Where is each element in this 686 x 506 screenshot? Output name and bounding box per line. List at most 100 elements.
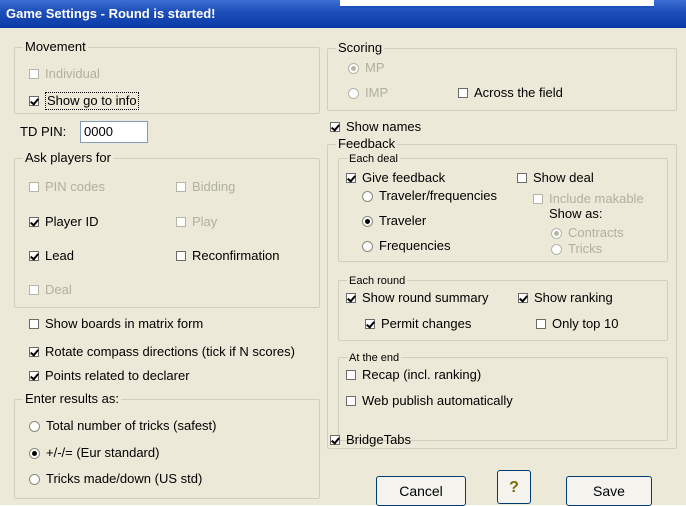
traveler-radio-dot[interactable]: [362, 215, 373, 227]
play-checkbox-box[interactable]: [176, 217, 186, 227]
movement-legend: Movement: [23, 39, 88, 55]
total-tricks-radio[interactable]: Total number of tricks (safest): [29, 418, 217, 434]
traveler-radio[interactable]: Traveler: [362, 213, 426, 229]
total-tricks-label: Total number of tricks (safest): [46, 418, 217, 433]
player-id-checkbox[interactable]: Player ID: [29, 214, 98, 230]
permit-changes-checkbox[interactable]: Permit changes: [365, 316, 471, 332]
reconfirmation-checkbox[interactable]: Reconfirmation: [176, 248, 279, 264]
traveler-frequencies-label: Traveler/frequencies: [379, 188, 498, 203]
imp-label: IMP: [365, 85, 389, 100]
deal-checkbox-box[interactable]: [29, 285, 39, 295]
deal-checkbox[interactable]: Deal: [29, 282, 72, 298]
td-pin-label: TD PIN:: [20, 124, 67, 139]
only-top-10-checkbox-box[interactable]: [536, 319, 546, 329]
tricks-made-down-label: Tricks made/down (US std): [46, 471, 203, 486]
include-makable-label: Include makable: [549, 191, 644, 206]
bidding-label: Bidding: [192, 179, 236, 194]
give-feedback-checkbox-box[interactable]: [346, 173, 356, 183]
show-round-summary-checkbox-box[interactable]: [346, 293, 356, 303]
recap-checkbox[interactable]: Recap (incl. ranking): [346, 367, 481, 383]
bidding-checkbox[interactable]: Bidding: [176, 179, 235, 195]
tricks-label: Tricks: [568, 241, 603, 256]
only-top-10-checkbox[interactable]: Only top 10: [536, 316, 619, 332]
across-field-checkbox-box[interactable]: [458, 88, 468, 98]
rotate-compass-checkbox[interactable]: Rotate compass directions (tick if N sco…: [29, 344, 295, 360]
show-ranking-label: Show ranking: [534, 290, 613, 305]
reconfirmation-label: Reconfirmation: [192, 248, 280, 263]
td-pin-input[interactable]: 0000: [80, 121, 148, 143]
include-makable-checkbox-box[interactable]: [533, 194, 543, 204]
show-ranking-checkbox[interactable]: Show ranking: [518, 290, 613, 306]
rotate-compass-checkbox-box[interactable]: [29, 347, 39, 357]
total-tricks-radio-dot[interactable]: [29, 420, 40, 432]
question-mark-icon: ?: [509, 479, 519, 496]
help-button[interactable]: ?: [497, 470, 531, 504]
show-round-summary-checkbox[interactable]: Show round summary: [346, 290, 488, 306]
show-deal-label: Show deal: [533, 170, 594, 185]
plus-minus-radio-dot[interactable]: [29, 447, 40, 459]
reconfirmation-checkbox-box[interactable]: [176, 251, 186, 261]
lead-checkbox[interactable]: Lead: [29, 248, 74, 264]
individual-label: Individual: [45, 66, 100, 81]
show-deal-checkbox-box[interactable]: [517, 173, 527, 183]
recap-checkbox-box[interactable]: [346, 370, 356, 380]
tricks-radio-dot[interactable]: [551, 243, 562, 255]
contracts-radio[interactable]: Contracts: [551, 225, 624, 241]
give-feedback-checkbox[interactable]: Give feedback: [346, 170, 445, 186]
show-go-to-info-checkbox-box[interactable]: [29, 96, 39, 106]
frequencies-radio[interactable]: Frequencies: [362, 238, 451, 254]
each-deal-legend: Each deal: [347, 151, 400, 167]
contracts-radio-dot[interactable]: [551, 227, 562, 239]
traveler-frequencies-radio-dot[interactable]: [362, 190, 373, 202]
cancel-button[interactable]: Cancel: [376, 476, 466, 506]
background-window-strip: [340, 0, 654, 8]
show-boards-matrix-label: Show boards in matrix form: [45, 316, 204, 331]
show-deal-checkbox[interactable]: Show deal: [517, 170, 594, 186]
across-field-label: Across the field: [474, 85, 563, 100]
imp-radio[interactable]: IMP: [348, 85, 388, 101]
across-field-checkbox[interactable]: Across the field: [458, 85, 563, 101]
mp-label: MP: [365, 60, 385, 75]
points-declarer-checkbox-box[interactable]: [29, 371, 39, 381]
only-top-10-label: Only top 10: [552, 316, 619, 331]
individual-checkbox[interactable]: Individual: [29, 66, 100, 82]
show-round-summary-label: Show round summary: [362, 290, 489, 305]
bidding-checkbox-box[interactable]: [176, 182, 186, 192]
tricks-made-down-radio[interactable]: Tricks made/down (US std): [29, 471, 202, 487]
tricks-made-down-radio-dot[interactable]: [29, 473, 40, 485]
include-makable-checkbox[interactable]: Include makable: [533, 191, 644, 207]
bridgetabs-checkbox-box[interactable]: [330, 435, 340, 445]
lead-checkbox-box[interactable]: [29, 251, 39, 261]
player-id-label: Player ID: [45, 214, 99, 229]
imp-radio-dot[interactable]: [348, 87, 359, 99]
traveler-frequencies-radio[interactable]: Traveler/frequencies: [362, 188, 497, 204]
mp-radio-dot[interactable]: [348, 62, 359, 74]
permit-changes-checkbox-box[interactable]: [365, 319, 375, 329]
show-names-checkbox[interactable]: Show names: [330, 119, 421, 135]
web-publish-checkbox[interactable]: Web publish automatically: [346, 393, 513, 409]
bridgetabs-checkbox[interactable]: BridgeTabs: [330, 432, 411, 448]
show-boards-matrix-checkbox[interactable]: Show boards in matrix form: [29, 316, 203, 332]
show-ranking-checkbox-box[interactable]: [518, 293, 528, 303]
mp-radio[interactable]: MP: [348, 60, 385, 76]
show-go-to-info-checkbox[interactable]: Show go to info: [29, 92, 139, 110]
ask-players-legend: Ask players for: [23, 150, 113, 166]
permit-changes-label: Permit changes: [381, 316, 472, 331]
contracts-label: Contracts: [568, 225, 624, 240]
play-checkbox[interactable]: Play: [176, 214, 217, 230]
rotate-compass-label: Rotate compass directions (tick if N sco…: [45, 344, 295, 359]
tricks-radio[interactable]: Tricks: [551, 241, 602, 257]
frequencies-radio-dot[interactable]: [362, 240, 373, 252]
individual-checkbox-box[interactable]: [29, 69, 39, 79]
game-settings-window: Game Settings - Round is started! Moveme…: [0, 0, 686, 506]
show-boards-matrix-checkbox-box[interactable]: [29, 319, 39, 329]
deal-label: Deal: [45, 282, 72, 297]
pin-codes-checkbox[interactable]: PIN codes: [29, 179, 105, 195]
player-id-checkbox-box[interactable]: [29, 217, 39, 227]
show-names-checkbox-box[interactable]: [330, 122, 340, 132]
web-publish-checkbox-box[interactable]: [346, 396, 356, 406]
plus-minus-radio[interactable]: +/-/= (Eur standard): [29, 445, 159, 461]
save-button[interactable]: Save: [566, 476, 652, 506]
points-declarer-checkbox[interactable]: Points related to declarer: [29, 368, 190, 384]
pin-codes-checkbox-box[interactable]: [29, 182, 39, 192]
